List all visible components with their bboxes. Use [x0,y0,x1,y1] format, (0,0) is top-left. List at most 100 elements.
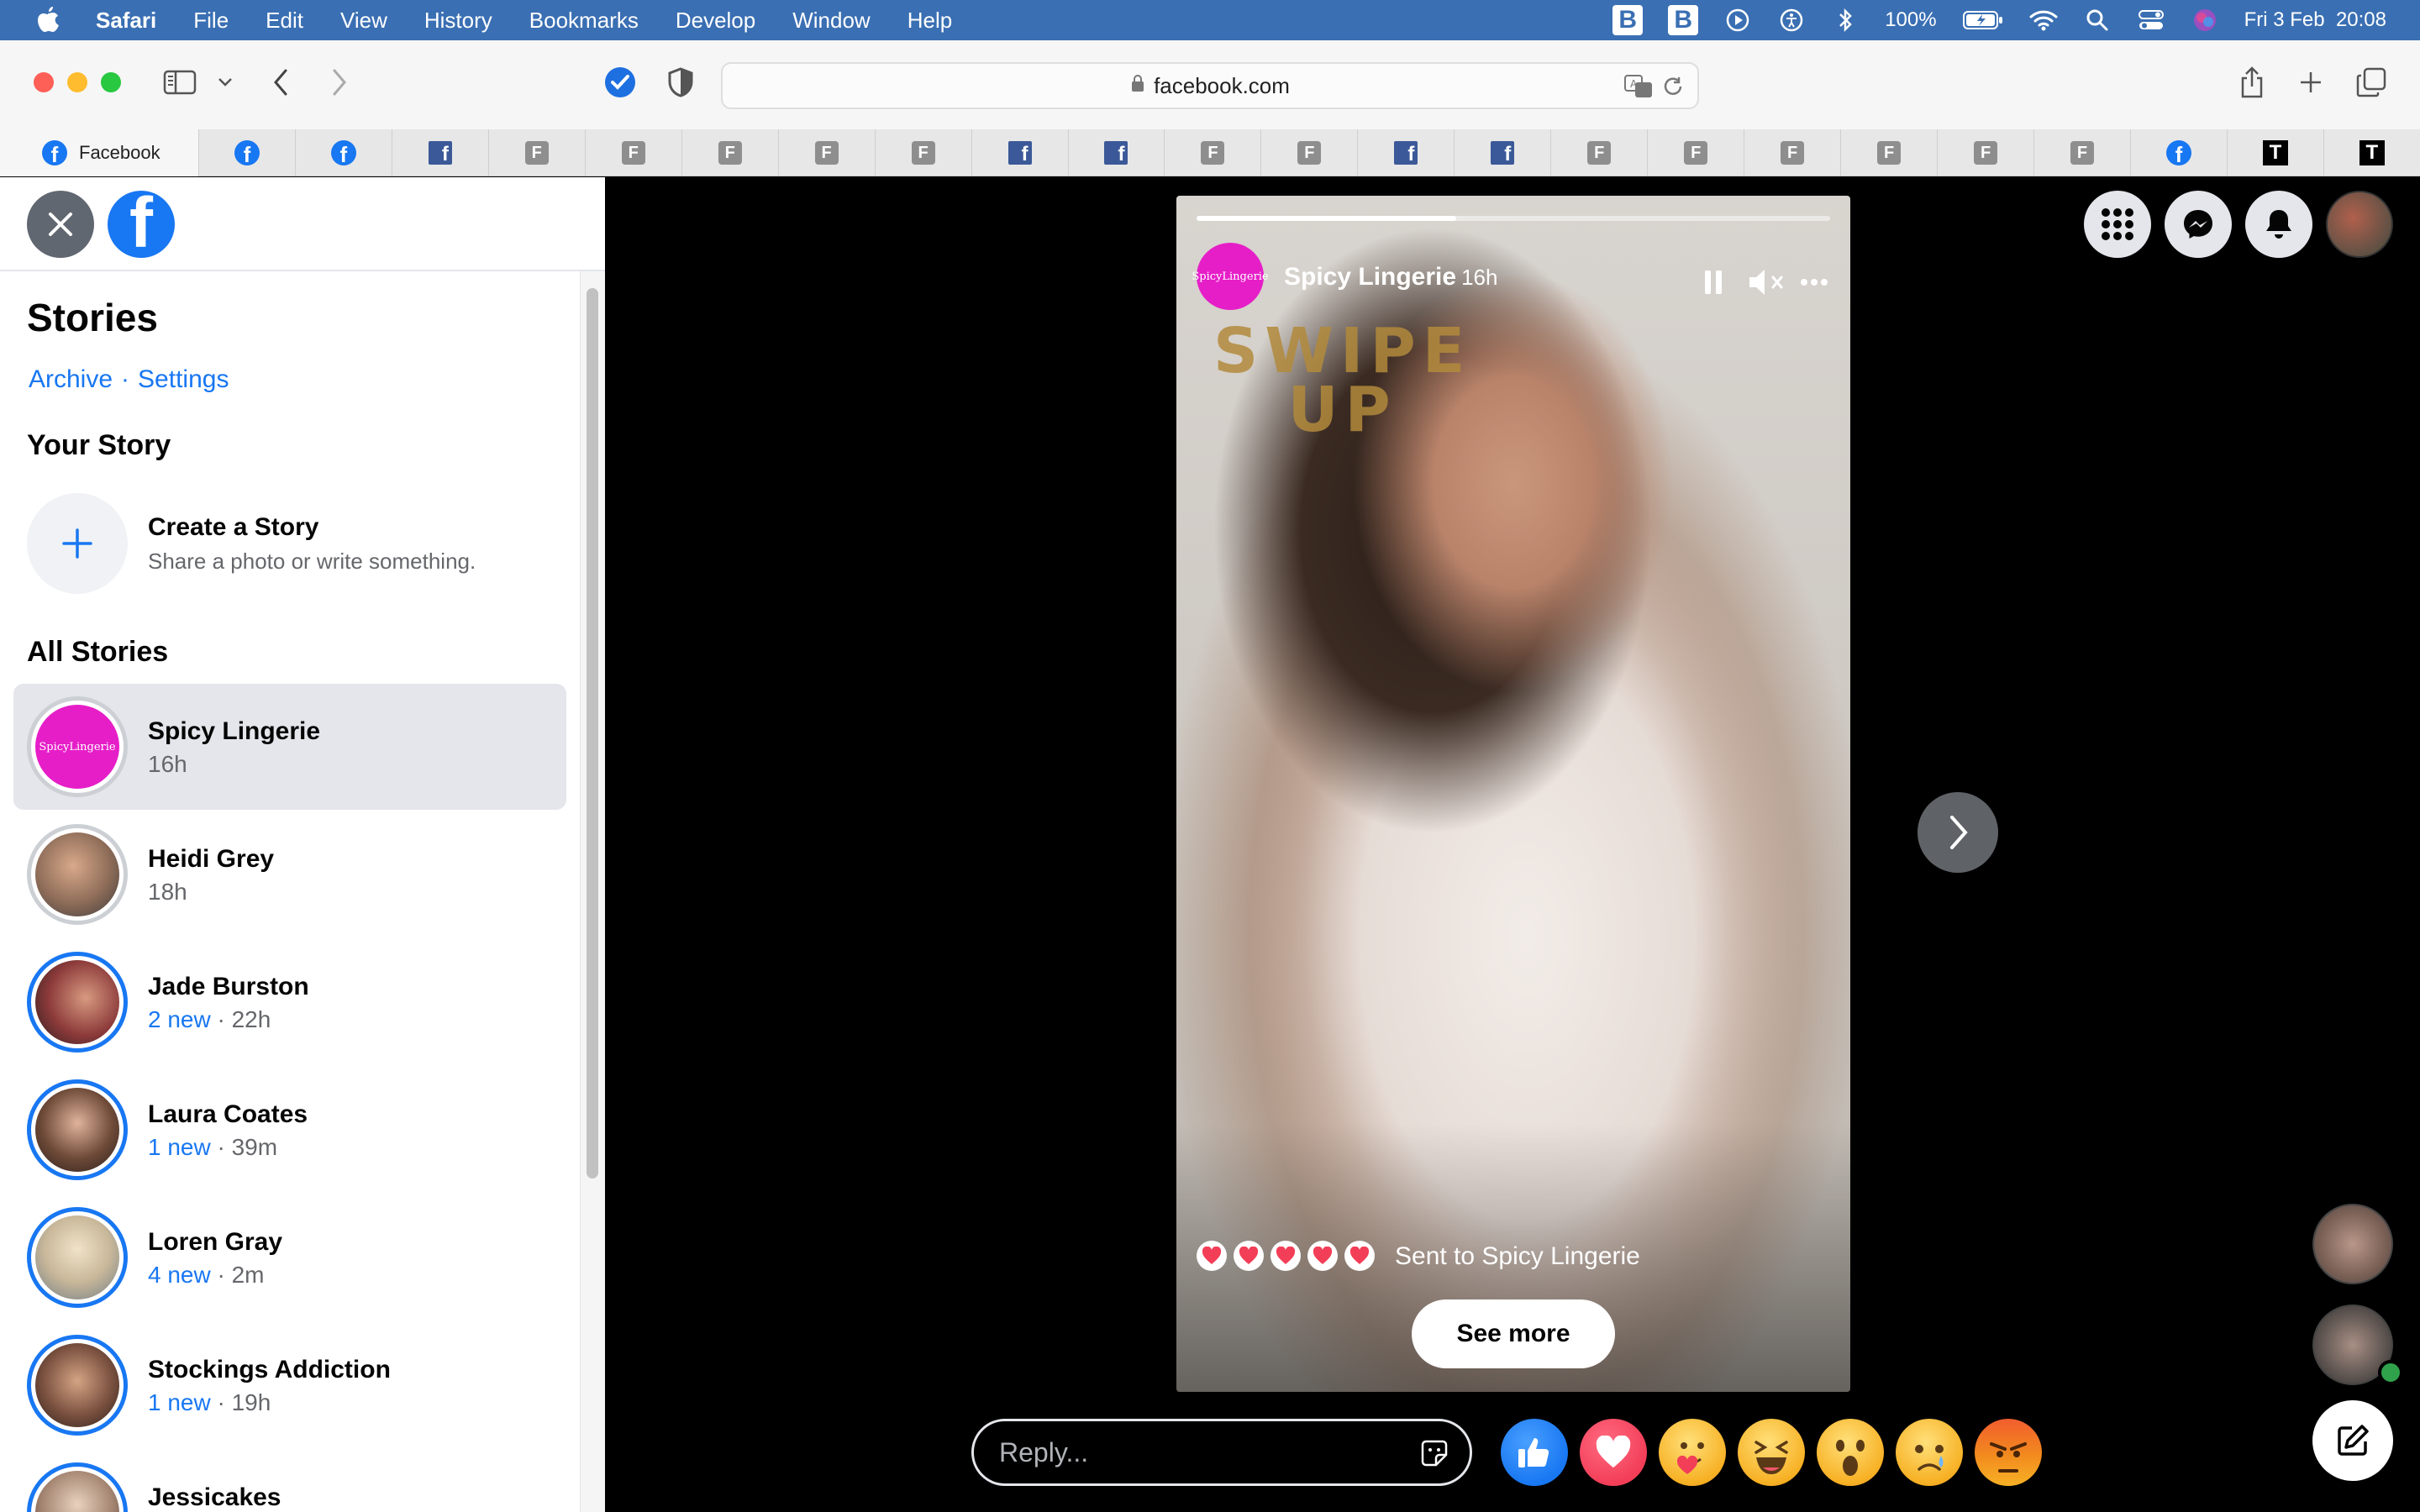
tab[interactable]: F [2033,129,2130,176]
accessibility-icon[interactable] [1777,6,1806,34]
story-item-laura-coates[interactable]: Laura Coates 1 new · 39m [13,1067,566,1193]
address-bar[interactable]: facebook.com A [721,62,1699,109]
menu-help[interactable]: Help [908,8,952,34]
close-window-button[interactable] [34,72,54,92]
sticker-icon[interactable] [1418,1436,1451,1470]
tab[interactable]: f [1454,129,1550,176]
close-stories-button[interactable] [27,191,94,258]
back-icon[interactable] [262,64,299,101]
tab-overview-icon[interactable] [2353,64,2390,101]
tab[interactable]: F [777,129,875,176]
tab-facebook-active[interactable]: f Facebook [0,129,198,176]
more-options-button[interactable] [1795,263,1833,302]
tab[interactable]: F [487,129,585,176]
close-icon [49,213,72,236]
tab[interactable]: F [1937,129,2033,176]
facebook-old-favicon-icon: f [1491,141,1515,165]
share-icon[interactable] [2233,64,2270,101]
scrollbar-thumb[interactable] [587,288,598,1179]
new-message-button[interactable] [2312,1400,2393,1481]
menu-edit[interactable]: Edit [266,8,303,34]
sad-reaction-button[interactable] [1896,1419,1963,1486]
story-card[interactable]: SpicyLingerie Spicy Lingerie 16h SWIPE UP … [1176,196,1850,1392]
menu-history[interactable]: History [424,8,492,34]
menu-develop[interactable]: Develop [676,8,755,34]
menu-window[interactable]: Window [792,8,870,34]
tab[interactable]: f [294,129,392,176]
messenger-button[interactable] [2165,191,2232,258]
minimize-window-button[interactable] [67,72,87,92]
menu-button[interactable] [2084,191,2151,258]
story-item-jessicakes[interactable]: Jessicakes [13,1450,566,1512]
haha-reaction-button[interactable] [1738,1419,1805,1486]
extension-check-icon[interactable] [602,64,639,101]
pause-button[interactable] [1694,263,1733,302]
tab[interactable]: F [1647,129,1744,176]
love-reaction-button[interactable] [1580,1419,1647,1486]
wow-reaction-button[interactable] [1817,1419,1884,1486]
tab[interactable]: F [1550,129,1647,176]
tab[interactable]: T [2323,129,2420,176]
forward-icon[interactable] [321,64,358,101]
bitwarden-icon[interactable]: B [1612,5,1644,35]
tab[interactable]: F [1260,129,1357,176]
tab[interactable]: f [1067,129,1165,176]
reload-icon[interactable] [1662,76,1684,103]
spotlight-search-icon[interactable] [2083,6,2112,34]
reply-input[interactable]: Reply... [971,1419,1472,1486]
tab[interactable]: F [1840,129,1937,176]
menu-safari[interactable]: Safari [96,8,156,34]
account-avatar[interactable] [2326,191,2393,258]
facebook-logo-icon[interactable]: f [108,191,175,258]
chevron-down-icon[interactable] [207,64,244,101]
sidebar-toggle-icon[interactable] [161,64,198,101]
wifi-icon[interactable] [2029,6,2058,34]
story-item-jade-burston[interactable]: Jade Burston 2 new · 22h [13,939,566,1065]
tab[interactable]: f [2130,129,2227,176]
siri-icon[interactable] [2191,6,2219,34]
tab[interactable]: f [197,129,295,176]
tab[interactable]: F [1744,129,1840,176]
zoom-window-button[interactable] [101,72,121,92]
tab[interactable]: F [874,129,971,176]
tab[interactable]: F [681,129,778,176]
tab[interactable]: f [971,129,1068,176]
sidebar-scrollbar[interactable] [580,271,605,1512]
bitwarden-alt-icon[interactable]: B [1668,5,1699,35]
apple-icon[interactable] [34,6,62,34]
menu-bookmarks[interactable]: Bookmarks [529,8,639,34]
story-item-spicy-lingerie[interactable]: SpicyLingerie Spicy Lingerie 16h [13,684,566,810]
create-story-button[interactable] [27,493,128,594]
like-reaction-button[interactable] [1501,1419,1568,1486]
translate-icon[interactable]: A [1623,74,1654,105]
settings-link[interactable]: Settings [138,365,229,393]
reply-placeholder: Reply... [999,1436,1089,1467]
see-more-button[interactable]: See more [1412,1299,1615,1368]
menu-file[interactable]: File [193,8,229,34]
privacy-shield-icon[interactable] [662,64,699,101]
tab[interactable]: f [1357,129,1454,176]
play-icon[interactable] [1723,6,1752,34]
notifications-button[interactable] [2245,191,2312,258]
story-item-heidi-grey[interactable]: Heidi Grey 18h [13,811,566,937]
story-author[interactable]: Spicy Lingerie 16h [1284,263,1497,291]
angry-reaction-button[interactable] [1975,1419,2042,1486]
tab[interactable]: T [2226,129,2323,176]
control-center-icon[interactable] [2137,6,2165,34]
new-tab-icon[interactable] [2292,64,2329,101]
contact-avatar[interactable] [2312,1204,2393,1284]
battery-icon[interactable] [1962,6,2004,34]
bluetooth-icon[interactable] [1831,6,1860,34]
next-story-button[interactable] [1918,792,1998,873]
tab[interactable]: F [584,129,681,176]
mute-button[interactable] [1744,263,1791,302]
story-item-loren-gray[interactable]: Loren Gray 4 new · 2m [13,1194,566,1320]
story-item-stockings-addiction[interactable]: Stockings Addiction 1 new · 19h [13,1322,566,1448]
tab[interactable]: F [1164,129,1260,176]
tab[interactable]: f [391,129,488,176]
create-story-title[interactable]: Create a Story [148,513,318,542]
archive-link[interactable]: Archive [29,365,113,393]
care-reaction-button[interactable] [1659,1419,1726,1486]
story-author-avatar[interactable]: SpicyLingerie [1192,243,1269,310]
menu-view[interactable]: View [340,8,387,34]
